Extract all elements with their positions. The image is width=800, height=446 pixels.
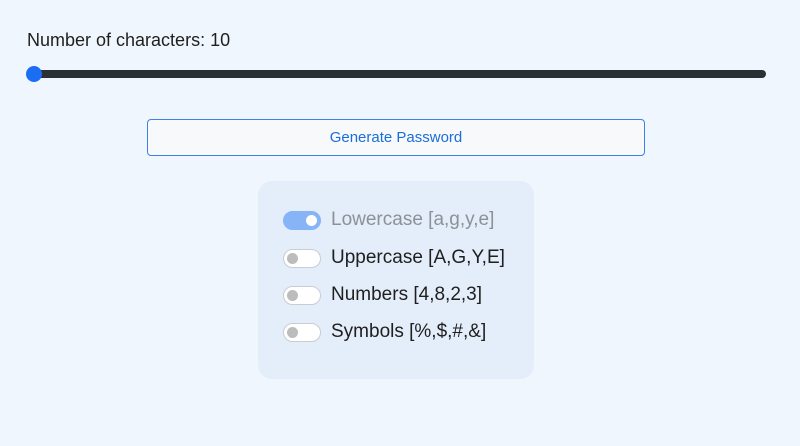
lowercase-label: Lowercase [a,g,y,e] [331, 209, 495, 230]
numbers-label: Numbers [4,8,2,3] [331, 284, 483, 305]
uppercase-label: Uppercase [A,G,Y,E] [331, 247, 505, 268]
numbers-option[interactable]: Numbers [4,8,2,3] [283, 283, 482, 307]
uppercase-toggle[interactable] [283, 248, 321, 268]
numbers-toggle[interactable] [283, 285, 321, 305]
symbols-label: Symbols [%,$,#,&] [331, 321, 487, 342]
options-panel: Lowercase [a,g,y,e] Uppercase [A,G,Y,E] … [258, 181, 534, 379]
generate-password-button[interactable]: Generate Password [147, 119, 645, 156]
toggle-knob [306, 214, 317, 226]
character-count-slider-thumb[interactable] [26, 66, 42, 82]
symbols-option[interactable]: Symbols [%,$,#,&] [283, 320, 486, 344]
character-count-slider-track[interactable] [30, 70, 766, 78]
symbols-toggle[interactable] [283, 322, 321, 342]
toggle-knob [287, 326, 298, 338]
lowercase-option[interactable]: Lowercase [a,g,y,e] [283, 208, 494, 232]
toggle-knob [287, 252, 298, 264]
character-count-label: Number of characters: 10 [27, 30, 231, 50]
lowercase-toggle[interactable] [283, 210, 321, 230]
toggle-knob [287, 289, 298, 301]
uppercase-option[interactable]: Uppercase [A,G,Y,E] [283, 246, 505, 270]
